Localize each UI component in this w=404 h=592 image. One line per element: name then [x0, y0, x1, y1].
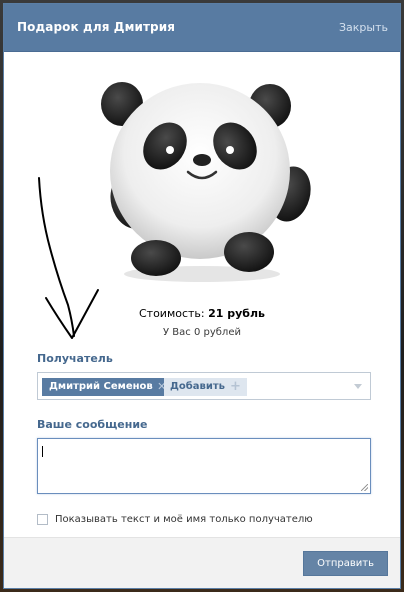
- privacy-checkbox-label[interactable]: Показывать текст и моё имя только получа…: [55, 514, 313, 525]
- message-textarea[interactable]: [37, 438, 371, 494]
- dialog-footer: Отправить: [4, 537, 400, 588]
- add-recipient-label: Добавить: [170, 381, 225, 392]
- send-button[interactable]: Отправить: [303, 551, 388, 576]
- close-button[interactable]: Закрыть: [339, 21, 388, 34]
- cost-value: 21 рубль: [208, 307, 265, 320]
- text-caret: [42, 446, 43, 457]
- chevron-down-icon[interactable]: [354, 384, 362, 389]
- cost-prefix: Стоимость:: [138, 307, 205, 320]
- gift-dialog: Подарок для Дмитрия Закрыть Стоимость: 2…: [3, 3, 401, 589]
- recipient-chip: Дмитрий Семенов ✕: [42, 378, 171, 396]
- message-label: Ваше сообщение: [37, 418, 148, 431]
- add-recipient-button[interactable]: Добавить +: [164, 378, 247, 396]
- dialog-header: Подарок для Дмитрия Закрыть: [4, 4, 400, 52]
- balance-text: У Вас 0 рублей: [163, 327, 241, 338]
- resize-grip-icon[interactable]: [361, 484, 368, 491]
- plus-icon: +: [229, 379, 241, 394]
- dialog-title: Подарок для Дмитрия: [17, 20, 176, 34]
- recipient-selector[interactable]: Дмитрий Семенов ✕ Добавить +: [37, 372, 371, 400]
- recipient-label: Получатель: [37, 352, 113, 365]
- recipient-chip-name: Дмитрий Семенов: [49, 381, 153, 392]
- gift-cost: Стоимость: 21 рубль: [4, 307, 400, 320]
- privacy-checkbox[interactable]: [37, 514, 48, 525]
- panda-gift-icon: [101, 82, 311, 282]
